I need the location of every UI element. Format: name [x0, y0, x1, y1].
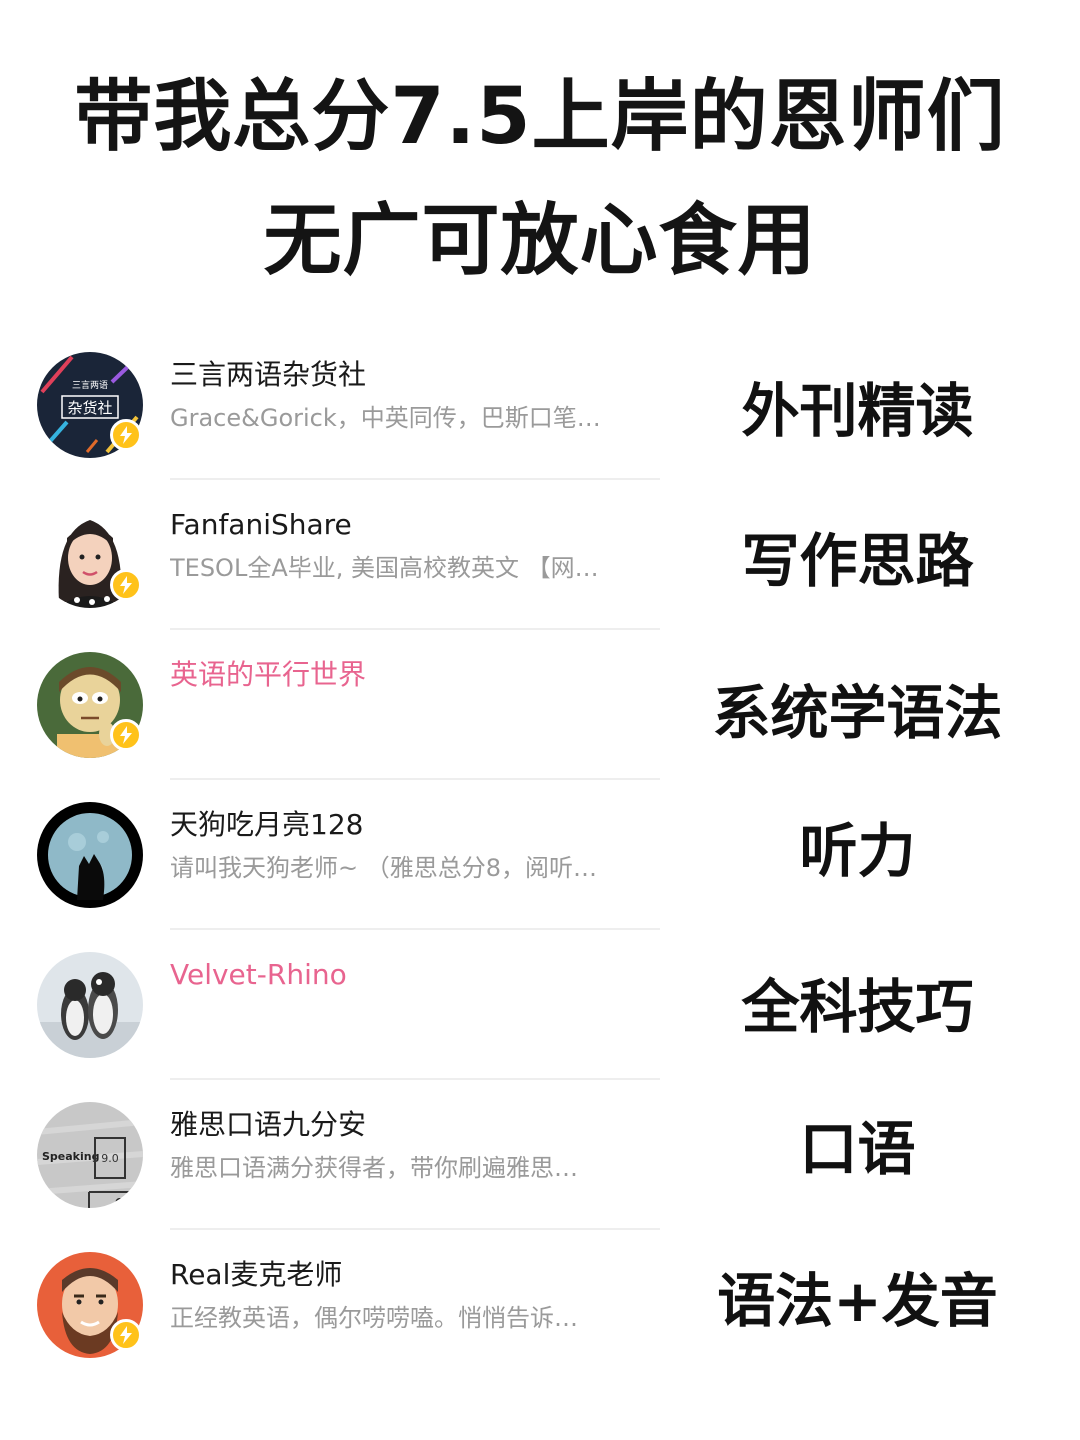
account-name: Velvet-Rhino	[170, 958, 347, 991]
category-tag: 语法+发音	[717, 1267, 998, 1335]
account-description: 雅思口语满分获得者，带你刷遍雅思…	[170, 1154, 578, 1182]
category-tag: 全科技巧	[741, 973, 974, 1041]
account-description: 正经教英语，偶尔唠唠嗑。悄悄告诉…	[170, 1304, 578, 1332]
list-item[interactable]: 天狗吃月亮128 请叫我天狗老师~ （雅思总分8，阅听… 听力	[0, 780, 1080, 930]
verified-badge	[110, 419, 142, 451]
svg-text:杂货社: 杂货社	[67, 399, 112, 417]
list-item[interactable]: 三言两语 杂货社 三言两语杂货社 Grace&Gorick，中英同传，巴斯口笔……	[0, 330, 1080, 480]
page-subtitle: 无广可放心食用	[263, 196, 817, 286]
list-item[interactable]: Velvet-Rhino 全科技巧	[0, 930, 1080, 1080]
category-tag: 写作思路	[741, 527, 974, 595]
account-description: 请叫我天狗老师~ （雅思总分8，阅听…	[170, 854, 598, 882]
account-name: FanfaniShare	[170, 508, 352, 541]
list-item[interactable]: Speaking 9.0 Co 雅思口语九分安 雅思口语满分获得者，带你刷遍雅思…	[0, 1080, 1080, 1230]
avatar[interactable]	[37, 802, 143, 908]
lightning-icon	[120, 576, 132, 594]
account-name: 雅思口语九分安	[170, 1108, 367, 1141]
account-name: Real麦克老师	[170, 1258, 343, 1291]
list-item[interactable]: Real麦克老师 正经教英语，偶尔唠唠嗑。悄悄告诉… 语法+发音	[0, 1230, 1080, 1380]
account-name: 英语的平行世界	[170, 658, 367, 691]
account-description: TESOL全A毕业, 美国高校教英文 【网…	[170, 554, 599, 582]
category-tag: 口语	[799, 1115, 916, 1183]
category-tag: 系统学语法	[712, 679, 1003, 747]
verified-badge	[110, 1319, 142, 1351]
account-name: 三言两语杂货社	[170, 358, 367, 391]
svg-text:三言两语: 三言两语	[72, 379, 108, 391]
lightning-icon	[120, 426, 132, 444]
verified-badge	[110, 569, 142, 601]
svg-text:Co: Co	[115, 1196, 131, 1208]
account-description: Grace&Gorick，中英同传，巴斯口笔…	[170, 404, 601, 432]
list-item[interactable]: FanfaniShare TESOL全A毕业, 美国高校教英文 【网… 写作思路	[0, 480, 1080, 630]
avatar[interactable]: Speaking 9.0 Co	[37, 1102, 143, 1208]
verified-badge	[110, 719, 142, 751]
category-tag: 外刊精读	[741, 377, 974, 445]
lightning-icon	[120, 726, 132, 744]
svg-text:Speaking: Speaking	[42, 1150, 99, 1163]
account-name: 天狗吃月亮128	[170, 808, 364, 841]
list-item[interactable]: 英语的平行世界 系统学语法	[0, 630, 1080, 780]
avatar[interactable]	[37, 952, 143, 1058]
page-title: 带我总分7.5上岸的恩师们	[74, 72, 1006, 162]
category-tag: 听力	[799, 817, 916, 885]
svg-text:9.0: 9.0	[101, 1152, 119, 1165]
lightning-icon	[120, 1326, 132, 1344]
